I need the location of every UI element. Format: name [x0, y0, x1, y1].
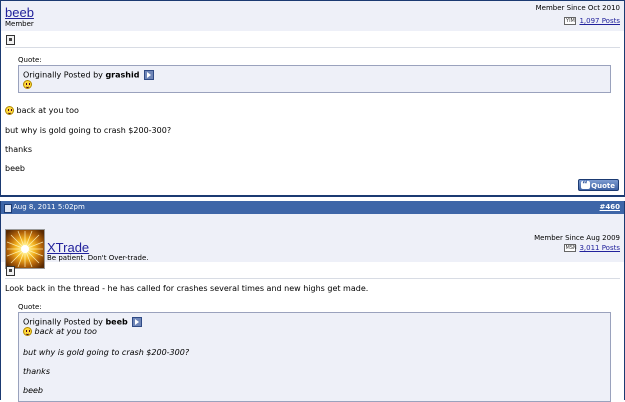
post-count-link[interactable]: 1,097 Posts — [579, 17, 620, 25]
post-count-row: YIM 1,097 Posts — [564, 17, 620, 25]
post-header-bar: Aug 8, 2011 5:02pm #460 — [1, 201, 624, 214]
quote-author: grashid — [105, 70, 140, 80]
member-since: Member Since Oct 2010 — [535, 4, 620, 12]
quote-originally-label: Originally Posted by — [23, 70, 103, 80]
quote-text-4: beeb — [23, 386, 43, 395]
msn-icon[interactable]: MSN — [564, 244, 577, 252]
post-date: Aug 8, 2011 5:02pm — [13, 203, 85, 211]
sunburst-icon — [6, 230, 44, 268]
smile-icon — [23, 327, 32, 336]
post-text-1: back at you too — [16, 106, 79, 115]
view-post-arrow-icon[interactable] — [144, 70, 154, 80]
post-1: beeb Member Member Since Oct 2010 YIM 1,0… — [0, 0, 625, 197]
post-text-2: but why is gold going to crash $200-300? — [5, 126, 172, 135]
quote-icon — [581, 179, 590, 191]
quote-author: beeb — [105, 317, 128, 327]
post-status-icon — [6, 35, 15, 45]
quote-originally-label: Originally Posted by — [23, 317, 103, 327]
quote-box: Originally Posted by beeb back at you to… — [18, 312, 611, 402]
quote-text-2: but why is gold going to crash $200-300? — [23, 348, 190, 357]
quote-line-1: back at you too — [23, 327, 97, 336]
post-status-icon — [6, 266, 15, 276]
yim-icon[interactable]: YIM — [564, 17, 577, 25]
quote-text-1: back at you too — [34, 327, 97, 336]
post-body-line: back at you too — [5, 106, 79, 115]
quote-header: Originally Posted by grashid — [23, 70, 154, 80]
post-2: Aug 8, 2011 5:02pm #460 XTrade Be patien… — [0, 201, 625, 402]
username-link[interactable]: XTrade — [47, 240, 89, 255]
user-title: Be patient. Don't Over-trade. — [47, 254, 149, 262]
divider — [5, 278, 620, 279]
username-link[interactable]: beeb — [5, 5, 34, 20]
view-post-arrow-icon[interactable] — [132, 317, 143, 327]
post-text-3: thanks — [5, 145, 32, 154]
post-userbar: XTrade Be patient. Don't Over-trade. Mem… — [1, 214, 624, 269]
post-userbar: beeb Member Member Since Oct 2010 YIM 1,0… — [1, 0, 624, 31]
post-text: Look back in the thread - he has called … — [5, 284, 369, 293]
post-count-link[interactable]: 3,011 Posts — [579, 244, 620, 252]
quote-label: Quote: — [18, 303, 42, 311]
quote-box: Originally Posted by grashid — [18, 65, 611, 93]
user-title: Member — [5, 20, 34, 28]
quote-button[interactable]: Quote — [578, 179, 619, 191]
quote-label: Quote: — [18, 56, 42, 64]
post-document-icon — [4, 204, 12, 213]
post-number-link[interactable]: #460 — [600, 203, 620, 211]
post-text-4: beeb — [5, 164, 25, 173]
avatar[interactable] — [5, 229, 45, 269]
divider — [5, 47, 620, 48]
quote-text-3: thanks — [23, 367, 50, 376]
quote-header: Originally Posted by beeb — [23, 317, 143, 327]
smile-icon — [5, 106, 14, 115]
member-since: Member Since Aug 2009 — [534, 234, 620, 242]
post-count-row: MSN 3,011 Posts — [564, 244, 620, 252]
quote-button-label: Quote — [591, 182, 615, 190]
smile-icon — [23, 80, 32, 89]
